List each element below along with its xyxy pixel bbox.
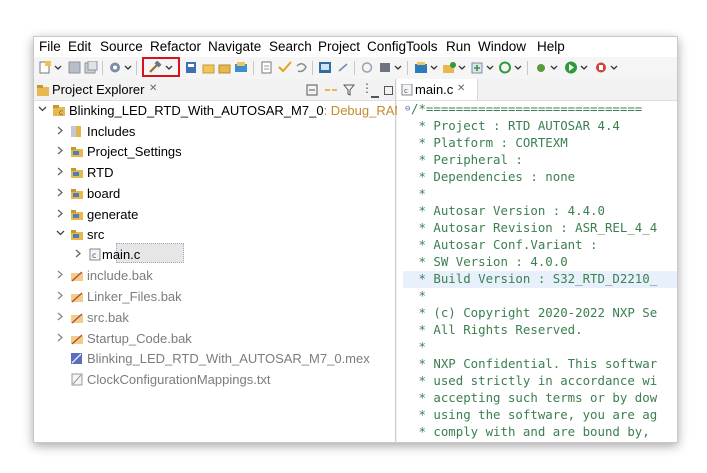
excluded-folder-icon: [70, 269, 84, 282]
bug-icon[interactable]: [534, 61, 548, 74]
chevron-right-icon[interactable]: [56, 126, 64, 136]
calc-icon[interactable]: [184, 61, 198, 74]
settings-icon[interactable]: [108, 61, 122, 74]
tools-icon[interactable]: [594, 61, 608, 74]
open-folder-icon[interactable]: [218, 61, 232, 74]
menu-file[interactable]: File: [39, 39, 61, 54]
chevron-down-icon[interactable]: [124, 61, 132, 74]
editor-panel: c main.c ✕ ⊖/*==========================…: [397, 79, 677, 442]
close-icon[interactable]: ✕: [149, 83, 157, 94]
svg-text:C: C: [59, 110, 63, 117]
chevron-down-icon[interactable]: [394, 61, 402, 74]
project-name: Blinking_LED_RTD_With_AUTOSAR_M7_0: Debu…: [69, 103, 406, 118]
stop-icon[interactable]: [378, 61, 392, 74]
chevron-down-icon[interactable]: [610, 61, 618, 74]
menu-refactor[interactable]: Refactor: [150, 39, 201, 54]
target-icon[interactable]: [498, 61, 512, 74]
c-file-icon: c: [401, 83, 413, 101]
editor-header: c main.c ✕: [397, 79, 677, 101]
chevron-right-icon[interactable]: [56, 188, 64, 198]
ide-window: File Edit Source Refactor Navigate Searc…: [33, 36, 678, 443]
svg-text:c: c: [404, 87, 408, 95]
chevron-down-icon[interactable]: [430, 61, 438, 74]
close-icon[interactable]: ✕: [457, 83, 465, 94]
chevron-down-icon[interactable]: [54, 61, 62, 74]
code-line-highlighted: * Build Version : S32_RTD_D2210_: [403, 271, 677, 288]
menu-run[interactable]: Run: [446, 39, 471, 54]
chevron-down-icon[interactable]: [458, 61, 466, 74]
chevron-down-icon[interactable]: [580, 61, 588, 74]
new-icon[interactable]: [38, 61, 52, 74]
chevron-down-icon[interactable]: [514, 61, 522, 74]
folder-icon: [70, 166, 84, 179]
new-folder-icon[interactable]: [202, 61, 216, 74]
menu-edit[interactable]: Edit: [68, 39, 91, 54]
folder-icon: [70, 228, 84, 241]
c-file-icon: c: [88, 248, 102, 261]
menu-help[interactable]: Help: [537, 39, 565, 54]
folder-icon: [70, 187, 84, 200]
build-button-highlight: [142, 57, 180, 77]
fold-icon[interactable]: ⊖: [405, 104, 410, 114]
chevron-right-icon[interactable]: [56, 333, 64, 343]
folder-run-icon[interactable]: [442, 61, 456, 74]
project-explorer-panel: Project Explorer ✕ ⋮ C Blinking_LED_RTD_…: [34, 79, 405, 442]
chevron-right-icon[interactable]: [56, 270, 64, 280]
menu-navigate[interactable]: Navigate: [208, 39, 261, 54]
link-editor-icon[interactable]: [324, 83, 338, 101]
save-all-icon[interactable]: [84, 61, 98, 74]
project-icon: C: [52, 104, 66, 117]
tab-main-c[interactable]: c main.c ✕: [397, 79, 478, 100]
chevron-right-icon[interactable]: [56, 209, 64, 219]
collapse-all-icon[interactable]: [306, 83, 318, 101]
svg-text:c: c: [92, 251, 96, 260]
maximize-icon[interactable]: [384, 83, 394, 101]
terminal-icon[interactable]: [318, 61, 332, 74]
menu-configtools[interactable]: ConfigTools: [367, 39, 438, 54]
link-icon[interactable]: [336, 61, 350, 74]
check-icon[interactable]: [278, 61, 292, 74]
chevron-right-icon[interactable]: [74, 249, 82, 259]
filter-icon[interactable]: [342, 83, 356, 101]
chevron-down-icon[interactable]: [486, 61, 494, 74]
project-explorer-title: Project Explorer: [52, 82, 145, 97]
save-icon[interactable]: [68, 61, 82, 74]
includes-icon: [70, 125, 84, 138]
toolbar: [34, 57, 677, 79]
folder-icon: [70, 208, 84, 221]
excluded-folder-icon: [70, 332, 84, 345]
project-explorer-icon: [37, 83, 50, 101]
chevron-right-icon[interactable]: [56, 291, 64, 301]
package-add-icon[interactable]: [470, 61, 484, 74]
chevron-right-icon[interactable]: [56, 146, 64, 156]
config-icon[interactable]: [414, 61, 428, 74]
txt-file-icon: [70, 373, 84, 386]
chevron-down-icon[interactable]: [56, 228, 65, 238]
chevron-right-icon[interactable]: [56, 167, 64, 177]
chevron-right-icon[interactable]: [56, 312, 64, 322]
package-icon[interactable]: [234, 61, 248, 74]
play-icon[interactable]: [564, 61, 578, 74]
project-explorer-header: Project Explorer ✕ ⋮: [34, 79, 395, 101]
refresh-icon[interactable]: [360, 61, 374, 74]
menu-window[interactable]: Window: [478, 39, 526, 54]
mex-file-icon: [70, 352, 84, 365]
chevron-down-icon[interactable]: [38, 104, 47, 114]
menu-search[interactable]: Search: [269, 39, 312, 54]
file-icon[interactable]: [260, 61, 274, 74]
menu-source[interactable]: Source: [100, 39, 143, 54]
chevron-down-icon[interactable]: [550, 61, 558, 74]
excluded-folder-icon: [70, 290, 84, 303]
folder-icon: [70, 145, 84, 158]
undo-icon[interactable]: [294, 61, 308, 74]
menu-bar: File Edit Source Refactor Navigate Searc…: [34, 37, 677, 57]
menu-project[interactable]: Project: [318, 39, 360, 54]
excluded-folder-icon: [70, 311, 84, 324]
